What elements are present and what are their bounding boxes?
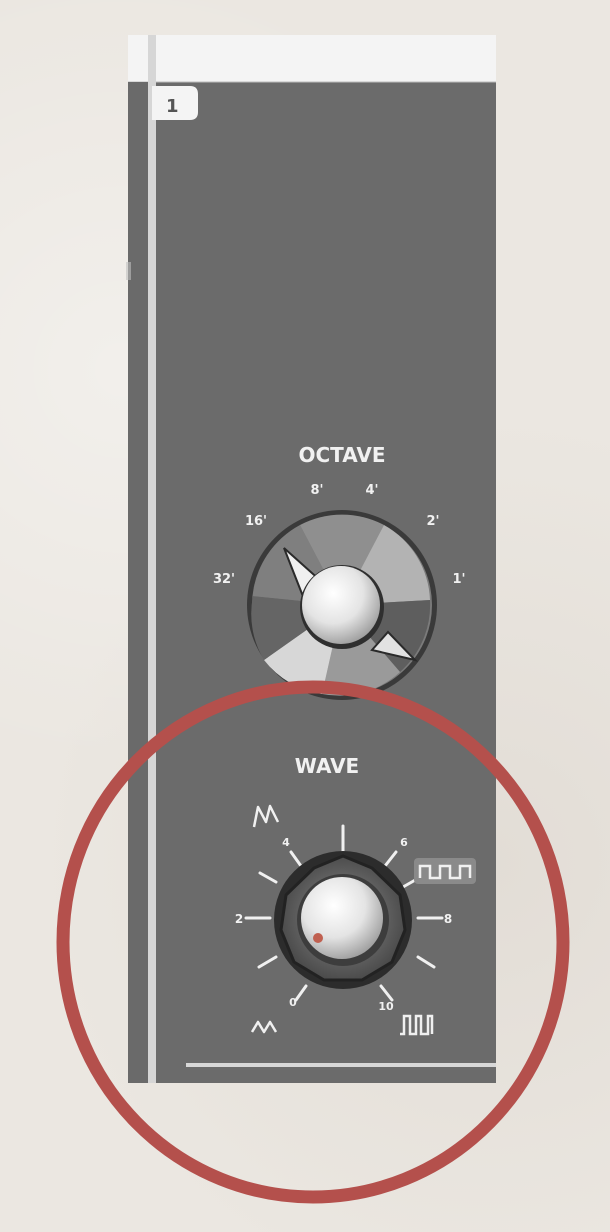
square-wave-icon — [414, 858, 476, 884]
wave-knob[interactable] — [274, 851, 412, 989]
wave-scale-10: 10 — [378, 1000, 394, 1013]
wave-scale-0: 0 — [289, 996, 297, 1009]
wave-scale-2: 2 — [235, 912, 243, 926]
octave-scale-2: 2' — [426, 514, 439, 529]
module-tab-badge[interactable]: 1 — [152, 86, 198, 120]
wave-knob-indicator-dot — [313, 933, 323, 943]
pulse-wave-icon — [400, 1014, 434, 1036]
octave-title: OCTAVE — [298, 443, 385, 467]
wave-scale-6: 6 — [400, 836, 408, 849]
octave-scale-32: 32' — [213, 572, 235, 587]
octave-scale-4: 4' — [365, 483, 378, 498]
octave-scale-16: 16' — [245, 514, 267, 529]
octave-knob[interactable] — [247, 510, 437, 700]
wave-scale-4: 4 — [282, 836, 290, 849]
wave-scale-8: 8 — [444, 912, 452, 926]
panel-divider — [148, 35, 156, 1083]
wave-title: WAVE — [295, 754, 359, 778]
octave-scale-1: 1' — [452, 572, 465, 587]
synth-module-screenshot: 1 OCTAVE 32' 16' 8' 4' 2' 1' WAVE 0 2 4 … — [56, 35, 570, 1204]
octave-scale-8: 8' — [310, 483, 323, 498]
module-header-strip — [128, 35, 496, 82]
module-tab-number: 1 — [166, 96, 179, 117]
